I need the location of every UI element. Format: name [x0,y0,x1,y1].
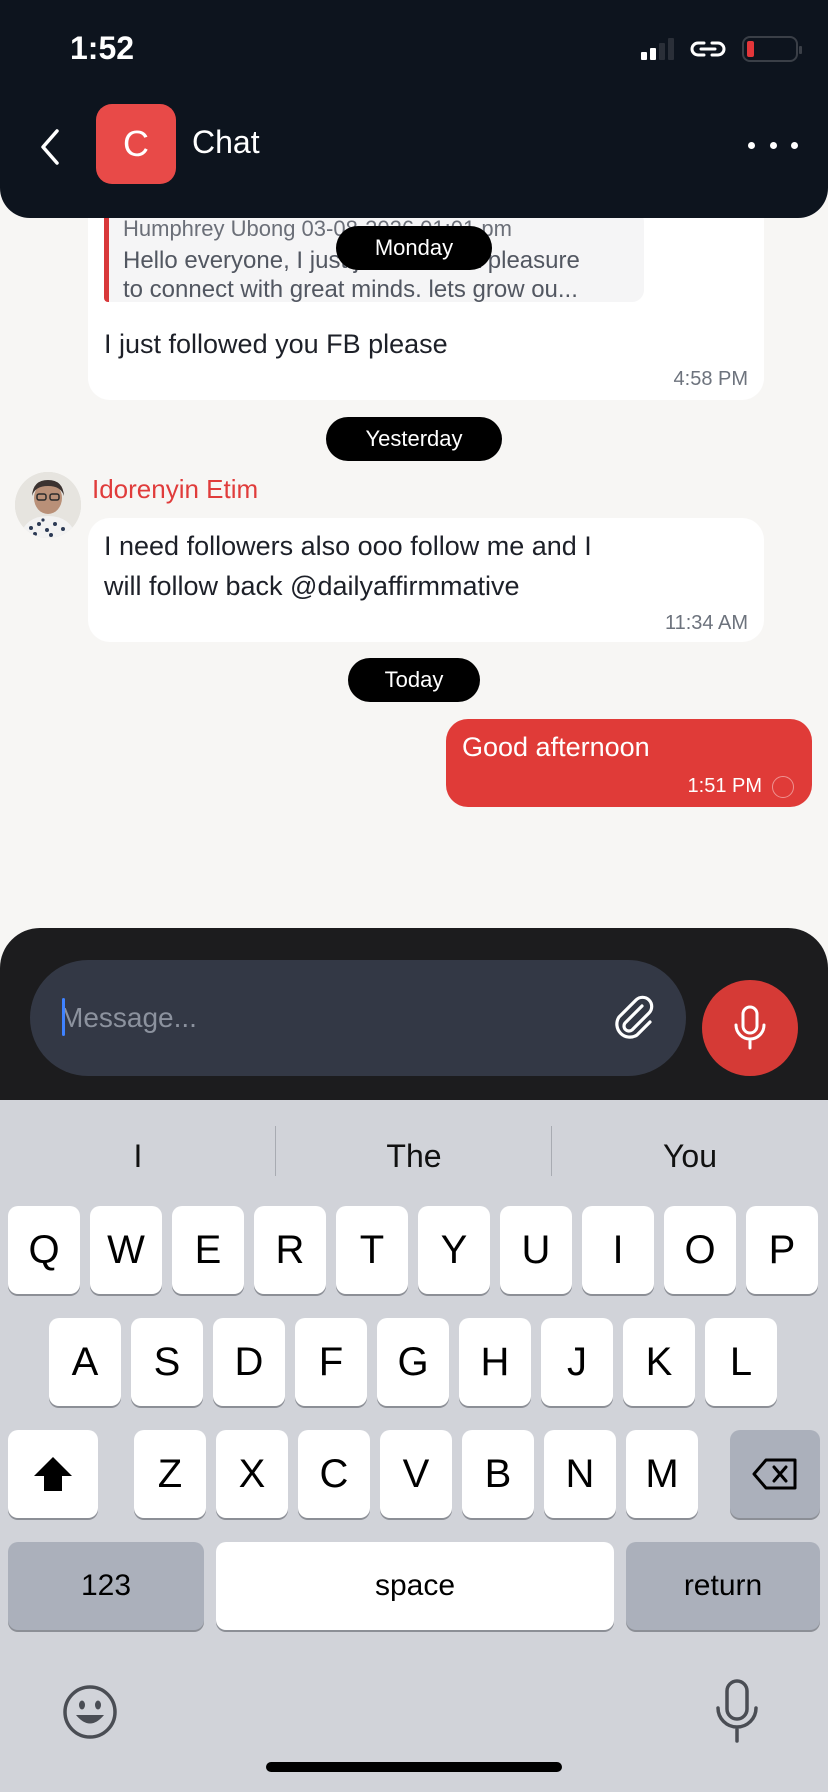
message-time: 4:58 PM [673,368,748,390]
key-d[interactable]: D [213,1318,285,1406]
key-s[interactable]: S [131,1318,203,1406]
avatar[interactable] [15,472,81,538]
profile-photo [15,472,81,538]
key-k[interactable]: K [623,1318,695,1406]
sender-name[interactable]: Idorenyin Etim [92,474,258,505]
key-u[interactable]: U [500,1206,572,1294]
message-composer [0,928,828,1100]
emoji-button[interactable] [60,1682,120,1742]
more-options-button[interactable] [748,130,798,160]
chevron-left-icon [41,129,59,165]
message-bubble[interactable]: I need followers also ooo follow me and … [88,518,764,642]
key-e[interactable]: E [172,1206,244,1294]
reply-text-line: to connect with great minds. lets grow o… [123,276,578,303]
key-r[interactable]: R [254,1206,326,1294]
space-key[interactable]: space [216,1542,614,1630]
voice-record-button[interactable] [702,980,798,1076]
message-bubble[interactable]: Humphrey Ubong 03-08-2026 01:01 pm Hello… [88,190,764,400]
key-n[interactable]: N [544,1430,616,1518]
message-input[interactable] [60,990,580,1046]
key-y[interactable]: Y [418,1206,490,1294]
key-a[interactable]: A [49,1318,121,1406]
link-icon [690,41,726,57]
key-i[interactable]: I [582,1206,654,1294]
key-x[interactable]: X [216,1430,288,1518]
key-p[interactable]: P [746,1206,818,1294]
suggestion-divider [551,1126,552,1176]
message-text-line: will follow back @dailyaffirmmative [104,571,520,601]
microphone-icon [734,1005,766,1050]
attach-button[interactable] [608,992,660,1044]
message-text-line: I need followers also ooo follow me and … [104,531,592,561]
back-button[interactable] [30,122,70,172]
key-h[interactable]: H [459,1318,531,1406]
message-text: I just followed you FB please [104,329,448,359]
key-f[interactable]: F [295,1318,367,1406]
key-t[interactable]: T [336,1206,408,1294]
emoji-icon [63,1685,117,1739]
shift-icon [34,1457,72,1491]
message-time: 11:34 AM [664,612,748,634]
key-w[interactable]: W [90,1206,162,1294]
home-indicator [266,1762,562,1772]
date-separator: Today [348,658,480,702]
shift-key[interactable] [8,1430,98,1518]
date-separator: Yesterday [326,417,502,461]
suggestion-divider [275,1126,276,1176]
key-b[interactable]: B [462,1430,534,1518]
signal-icon [641,38,674,60]
message-input-container[interactable] [30,960,686,1076]
message-text: Good afternoon [462,732,650,762]
paperclip-icon [615,995,654,1039]
chat-avatar[interactable]: C [96,104,176,184]
suggestion[interactable]: I [0,1128,276,1184]
chat-title[interactable]: Chat [192,124,260,161]
key-l[interactable]: L [705,1318,777,1406]
dictation-button[interactable] [712,1678,762,1744]
ellipsis-icon [748,141,755,149]
text-caret [62,998,65,1036]
on-screen-keyboard: I The You Q W E R T Y U I O P A S D F G … [0,1100,828,1792]
battery-icon [742,36,802,62]
key-q[interactable]: Q [8,1206,80,1294]
key-j[interactable]: J [541,1318,613,1406]
date-separator: Monday [336,226,492,270]
key-m[interactable]: M [626,1430,698,1518]
pending-status-icon [772,776,794,798]
chat-header: 1:52 C Chat [0,0,828,218]
key-z[interactable]: Z [134,1430,206,1518]
predictive-suggestions: I The You [0,1128,828,1184]
key-o[interactable]: O [664,1206,736,1294]
suggestion[interactable]: You [552,1128,828,1184]
key-c[interactable]: C [298,1430,370,1518]
message-time: 1:51 PM [687,775,762,797]
numbers-key[interactable]: 123 [8,1542,204,1630]
dictation-mic-icon [716,1679,758,1743]
return-key[interactable]: return [626,1542,820,1630]
key-v[interactable]: V [380,1430,452,1518]
delete-key[interactable] [730,1430,820,1518]
outgoing-message-bubble[interactable]: Good afternoon 1:51 PM [446,719,812,807]
suggestion[interactable]: The [276,1128,552,1184]
key-g[interactable]: G [377,1318,449,1406]
status-icons [641,36,802,62]
status-time: 1:52 [70,30,135,66]
backspace-icon [752,1458,797,1490]
